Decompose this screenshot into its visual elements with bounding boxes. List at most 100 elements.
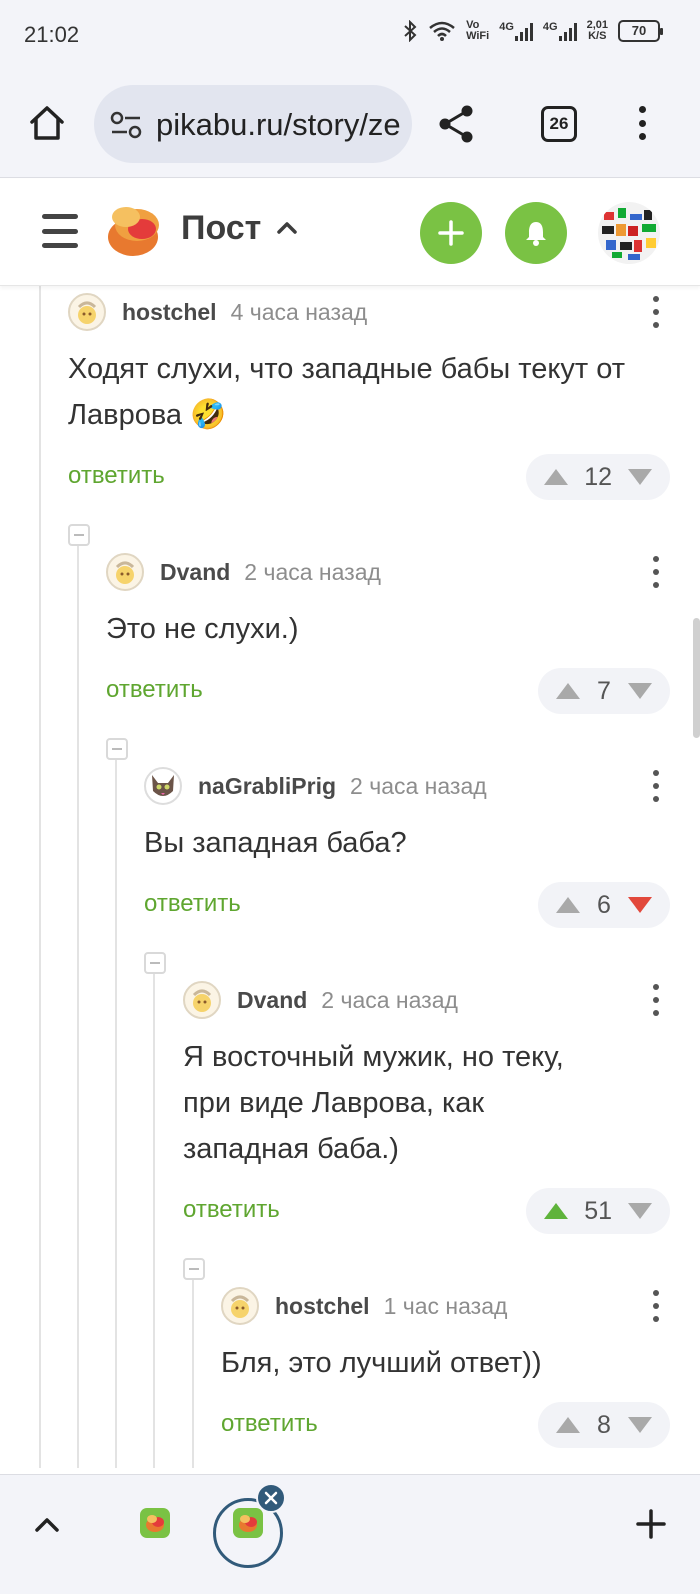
sim1-label: 4G <box>499 21 514 33</box>
comment-footer: ответить 51 <box>183 1188 670 1234</box>
tab-thumbnail[interactable] <box>233 1508 263 1538</box>
downvote-icon[interactable] <box>626 1201 654 1221</box>
collapse-thread-button[interactable] <box>106 738 128 760</box>
comment-text: Это не слухи.) <box>106 613 299 645</box>
chevron-up-icon[interactable] <box>34 1515 60 1533</box>
sim1-signal: 4G <box>499 21 533 41</box>
tab-switcher-button[interactable]: 26 <box>541 106 577 142</box>
wifi-icon <box>429 21 455 41</box>
avatar-image <box>192 989 212 1012</box>
avatar[interactable] <box>221 1287 259 1325</box>
downvote-icon[interactable] <box>626 895 654 915</box>
pikabu-favicon <box>239 1515 257 1532</box>
comment-username[interactable]: naGrabliPrig <box>198 773 336 800</box>
vote-control: 7 <box>538 668 670 714</box>
upvote-icon[interactable] <box>554 895 582 915</box>
avatar[interactable] <box>68 293 106 331</box>
user-avatar[interactable] <box>598 202 660 264</box>
browser-toolbar: pikabu.ru/story/ze 26 <box>0 72 700 178</box>
comment-header: Dvand 2 часа назад <box>183 980 670 1020</box>
comment-text: Я восточный мужик, но теку, при виде Лав… <box>183 1041 564 1165</box>
vote-count: 7 <box>597 676 611 705</box>
net-bottom: WiFi <box>466 30 490 42</box>
menu-icon[interactable] <box>42 214 78 248</box>
avatar-image <box>115 561 135 584</box>
vote-control: 6 <box>538 882 670 928</box>
net-speed: 2,01 K/S <box>587 20 608 42</box>
bottom-tab-bar <box>0 1474 700 1594</box>
downvote-icon[interactable] <box>626 467 654 487</box>
bluetooth-icon <box>404 20 417 42</box>
sim2-label: 4G <box>542 21 558 33</box>
more-options-icon[interactable] <box>652 984 660 1016</box>
comment-time: 4 часа назад <box>230 298 368 325</box>
page-title[interactable]: Пост <box>181 209 261 248</box>
site-settings-icon[interactable] <box>110 111 142 139</box>
thread-line <box>77 546 79 1468</box>
collapse-thread-button[interactable] <box>183 1258 205 1280</box>
comment: Dvand 2 часа назад Это не слухи.) ответи… <box>106 552 670 714</box>
comment-header: hostchel 4 часа назад <box>68 292 670 332</box>
signal-icon <box>514 21 533 41</box>
more-options-icon[interactable] <box>652 556 660 588</box>
add-post-button[interactable] <box>420 202 482 264</box>
browser-menu-icon[interactable] <box>639 106 647 140</box>
notifications-button[interactable] <box>505 202 567 264</box>
vote-control: 8 <box>538 1402 670 1448</box>
address-bar[interactable]: pikabu.ru/story/ze <box>94 85 412 163</box>
vote-control: 51 <box>526 1188 670 1234</box>
avatar[interactable] <box>183 981 221 1019</box>
comment-footer: ответить 7 <box>106 668 670 714</box>
thread-line <box>153 974 155 1468</box>
reply-link[interactable]: ответить <box>106 676 203 704</box>
sim2-signal: 4G <box>543 21 577 41</box>
collapse-thread-button[interactable] <box>144 952 166 974</box>
reply-link[interactable]: ответить <box>68 462 165 490</box>
comment-username[interactable]: Dvand <box>160 559 230 586</box>
pikabu-logo[interactable] <box>104 203 162 259</box>
status-icons: Vo WiFi 4G 4G 2,01 K/S 70 <box>402 20 663 42</box>
reply-link[interactable]: ответить <box>183 1196 280 1224</box>
share-icon[interactable] <box>437 104 475 144</box>
signal-icon <box>558 21 577 41</box>
comment-thread: hostchel 4 часа назад Ходят слухи, что з… <box>0 286 700 1468</box>
home-icon[interactable] <box>28 104 66 142</box>
tab-thumbnail[interactable] <box>140 1508 170 1538</box>
comment: naGrabliPrig 2 часа назад Вы западная ба… <box>144 766 670 928</box>
bell-icon <box>526 222 546 246</box>
pikabu-favicon <box>146 1515 164 1532</box>
comment-text: Ходят слухи, что западные бабы текут от … <box>68 353 625 431</box>
thread-line <box>39 286 41 1468</box>
upvote-icon[interactable] <box>554 1415 582 1435</box>
plus-icon <box>438 220 464 246</box>
upvote-icon[interactable] <box>542 467 570 487</box>
more-options-icon[interactable] <box>652 770 660 802</box>
avatar[interactable] <box>144 767 182 805</box>
avatar-image <box>598 202 660 264</box>
downvote-icon[interactable] <box>626 1415 654 1435</box>
reply-link[interactable]: ответить <box>144 890 241 918</box>
comment-username[interactable]: hostchel <box>275 1293 370 1320</box>
new-tab-icon[interactable] <box>636 1509 666 1539</box>
chevron-up-icon[interactable] <box>276 219 298 235</box>
upvote-icon[interactable] <box>554 681 582 701</box>
avatar[interactable] <box>106 553 144 591</box>
comment-header: naGrabliPrig 2 часа назад <box>144 766 670 806</box>
comment-username[interactable]: hostchel <box>122 299 217 326</box>
battery-icon: 70 <box>618 20 663 42</box>
vote-count: 6 <box>597 890 611 919</box>
cat-avatar-image <box>152 775 174 796</box>
comment: Dvand 2 часа назад Я восточный мужик, но… <box>183 980 670 1234</box>
scrollbar[interactable] <box>693 618 700 738</box>
more-options-icon[interactable] <box>652 1290 660 1322</box>
downvote-icon[interactable] <box>626 681 654 701</box>
comment-username[interactable]: Dvand <box>237 987 307 1014</box>
upvote-icon[interactable] <box>542 1201 570 1221</box>
comment-header: hostchel 1 час назад <box>221 1286 670 1326</box>
reply-link[interactable]: ответить <box>221 1410 318 1438</box>
comment-time: 2 часа назад <box>244 558 381 585</box>
collapse-thread-button[interactable] <box>68 524 90 546</box>
close-tab-button[interactable] <box>256 1483 286 1513</box>
more-options-icon[interactable] <box>652 296 660 328</box>
net-speed-unit: K/S <box>588 30 607 42</box>
